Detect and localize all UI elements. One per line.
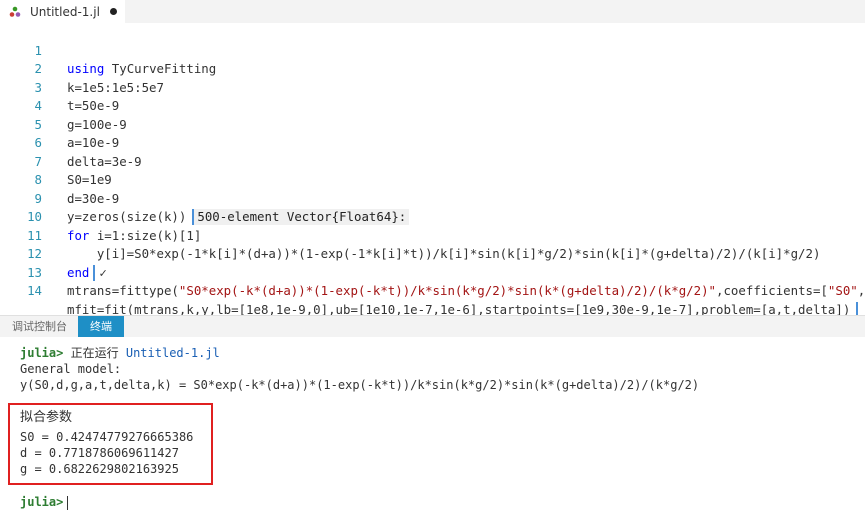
line-code: mfit=fit(mtrans,k,y,lb=[1e8,1e-9,0],ub=[… [67, 301, 859, 316]
julia-prompt: julia> [20, 495, 64, 509]
code-line: 11 y[i]=S0*exp(-1*k[i]*(d+a))*(1-exp(-1*… [0, 208, 865, 262]
code-line: 4 g=100e-9 [0, 79, 865, 132]
tab-debug-console[interactable]: 调试控制台 [6, 316, 73, 337]
line-number: 14 [27, 283, 42, 298]
param-s0: S0 = 0.42474779276665386 [20, 430, 194, 444]
tab-terminal[interactable]: 终端 [78, 316, 124, 337]
terminal-cursor [67, 495, 69, 510]
code-editor[interactable]: 1 using TyCurveFitting 2 k=1e5:1e5:5e7 3… [0, 23, 865, 315]
code-line: 12 end ✓ [0, 227, 865, 281]
julia-file-icon [9, 6, 21, 18]
line-code-text: mfit=fit(mtrans,k,y,lb=[1e8,1e-9,0],ub=[… [67, 301, 851, 316]
model-formula: y(S0,d,g,a,t,delta,k) = S0*exp(-k*(d+a))… [20, 378, 700, 392]
code-line: 2 k=1e5:1e5:5e7 [0, 42, 865, 95]
fit-params-title: 拟合参数 [20, 410, 73, 425]
unsaved-dot-icon[interactable] [109, 8, 117, 15]
param-g: g = 0.6822629802163925 [20, 462, 179, 476]
code-line: 9 y=zeros(size(k)) 500-element Vector{Flo… [0, 171, 865, 225]
code-line: 8 d=30e-9 [0, 153, 865, 206]
line-code: mtrans=fittype("S0*exp(-k*(d+a))*(1-exp(… [67, 283, 865, 298]
tab-untitled-1[interactable]: Untitled-1.jl [0, 0, 125, 23]
code-line: 3 t=50e-9 [0, 60, 865, 114]
code-line: 10 for i=1:size(k)[1] [0, 190, 865, 243]
code-line: 5 a=10e-9 [0, 97, 865, 151]
code-line: 6 delta=3e-9 [0, 116, 865, 169]
panel-tab-bar: 调试控制台 终端 [0, 316, 865, 337]
running-label: 正在运行 [70, 346, 119, 360]
inline-marker [856, 302, 859, 315]
tab-title: Untitled-1.jl [30, 4, 100, 19]
model-heading: General model: [20, 362, 122, 376]
terminal-run-line: julia> 正在运行 Untitled-1.jl [20, 345, 220, 361]
code-line: 13 mtrans=fittype("S0*exp(-k*(d+a))*(1-e… [0, 245, 865, 299]
editor-tab-bar: Untitled-1.jl [0, 0, 865, 24]
terminal-output[interactable]: julia> 正在运行 Untitled-1.jl General model:… [0, 337, 865, 518]
terminal-input-line[interactable]: julia> [20, 494, 69, 510]
param-d: d = 0.7718786069611427 [20, 446, 179, 460]
code-line: 14 mfit=fit(mtrans,k,y,lb=[1e8,1e-9,0],u… [0, 264, 865, 315]
julia-prompt: julia> [20, 346, 64, 360]
running-file: Untitled-1.jl [125, 346, 220, 360]
code-line: 1 using TyCurveFitting [0, 23, 865, 77]
code-line: 7 S0=1e9 [0, 134, 865, 188]
